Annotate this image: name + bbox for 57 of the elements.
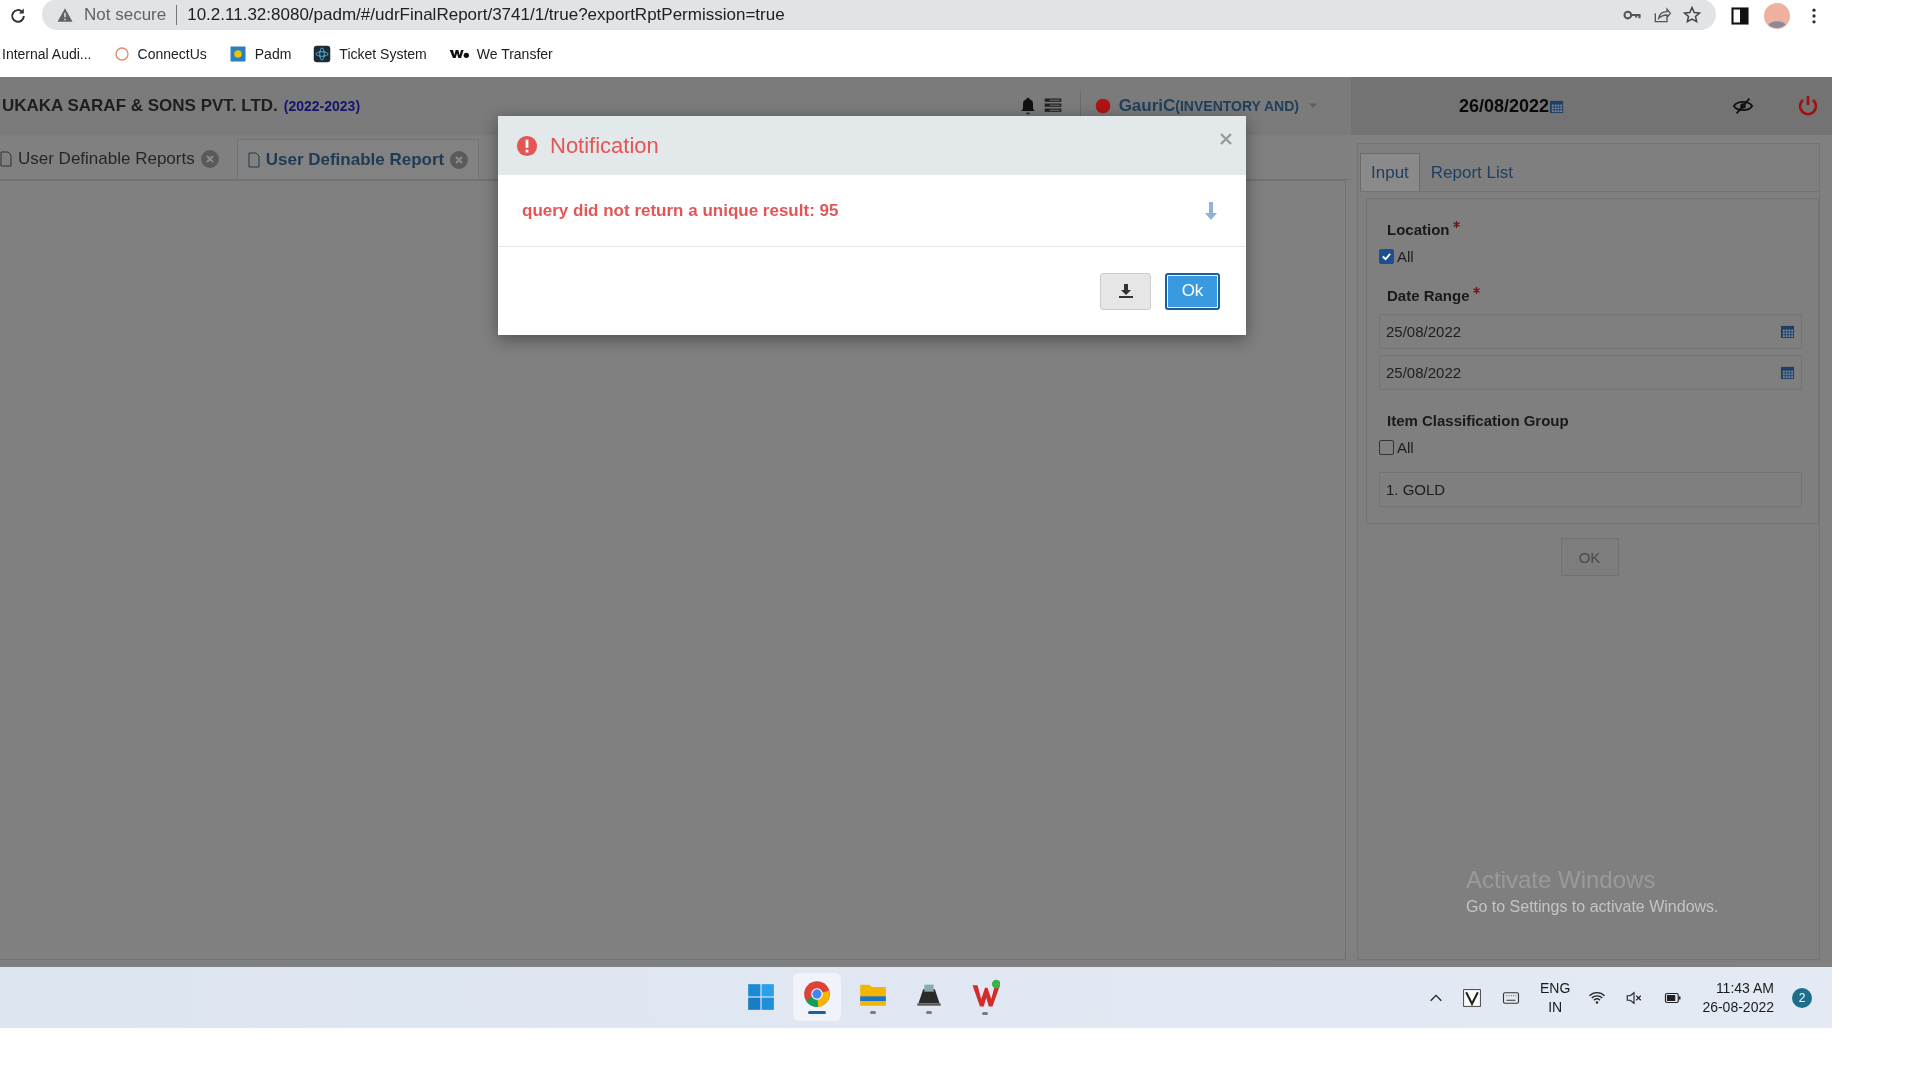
office-icon [970, 979, 1000, 1009]
clock[interactable]: 11:43 AM 26-08-2022 [1702, 978, 1774, 1017]
report-tab[interactable]: User Definable Report [236, 139, 480, 179]
language-indicator[interactable]: ENG IN [1540, 978, 1571, 1017]
notification-badge[interactable]: 2 [1792, 987, 1812, 1008]
logo-icon [113, 46, 130, 62]
address-bar[interactable]: Not secure 10.2.11.32:8080/padm/#/udrFinalReport/3741/1/true?exportRptPermission=true [42, 0, 1716, 30]
checkbox[interactable] [1379, 440, 1394, 455]
status-dot-icon [1094, 98, 1111, 114]
browser-icon [803, 980, 831, 1008]
bookmark-link[interactable]: Internal Audi... [2, 46, 92, 62]
avatar-icon[interactable] [1764, 2, 1790, 29]
date-field[interactable]: 25/08/2022 [1379, 355, 1802, 390]
eye-slash-icon[interactable] [1730, 95, 1756, 117]
bookmark-link[interactable]: Padm [228, 45, 292, 63]
url-text: 10.2.11.32:8080/padm/#/udrFinalReport/3741/1/true?exportRptPermission=true [187, 4, 786, 25]
field-label: Location [1379, 221, 1802, 238]
calendar-icon[interactable] [1780, 324, 1795, 339]
ok-button[interactable]: Ok [1165, 272, 1220, 310]
select-field[interactable]: 1. GOLD [1379, 472, 1802, 507]
puzzle-icon [228, 45, 247, 63]
windows-icon [747, 983, 775, 1011]
error-message: query did not return a unique result: 95 [522, 200, 839, 221]
user-name[interactable]: GauriC(INVENTORY AND) [1118, 96, 1299, 116]
date-field[interactable]: 25/08/2022 [1379, 314, 1802, 349]
company-name: UKAKA SARAF & SONS PVT. LTD. [2, 96, 278, 116]
activation-subtitle: Go to Settings to activate Windows. [1466, 898, 1719, 916]
checkbox-label: All [1397, 439, 1414, 456]
document-icon [247, 151, 260, 168]
share-icon[interactable] [1652, 4, 1672, 25]
download-button[interactable] [1100, 272, 1151, 310]
financial-year: (2022-2023) [283, 98, 361, 114]
download-icon [1117, 283, 1134, 299]
panel-tab[interactable]: Input [1360, 153, 1420, 191]
checkbox-label: All [1397, 248, 1414, 265]
calendar-icon[interactable] [1549, 98, 1565, 114]
star-icon[interactable] [1682, 4, 1702, 25]
logo-icon [448, 47, 469, 61]
field-label: Item Classification Group [1386, 412, 1570, 429]
atom-icon [313, 45, 332, 63]
side-panel-icon[interactable] [1730, 5, 1750, 26]
current-date: 26/08/2022 [1459, 95, 1550, 117]
taskbar-app[interactable] [793, 973, 841, 1021]
checkbox[interactable] [1379, 249, 1394, 264]
alert-icon [516, 134, 538, 157]
security-label: Not secure [84, 4, 167, 25]
calendar-icon[interactable] [1780, 365, 1795, 380]
bookmark-link[interactable]: Ticket System [313, 45, 427, 63]
panel-tab[interactable]: Report List [1419, 153, 1524, 191]
bookmark-link[interactable]: We Transfer [448, 46, 553, 62]
app-icon[interactable] [1462, 987, 1483, 1008]
dialog-title: Notification [550, 132, 660, 159]
document-icon [0, 151, 12, 167]
checkmark-icon [1381, 251, 1392, 262]
field-label: Date Range [1379, 287, 1802, 304]
bookmark-link[interactable]: ConnectUs [113, 46, 207, 62]
report-tab[interactable]: User Definable Reports [0, 139, 229, 179]
